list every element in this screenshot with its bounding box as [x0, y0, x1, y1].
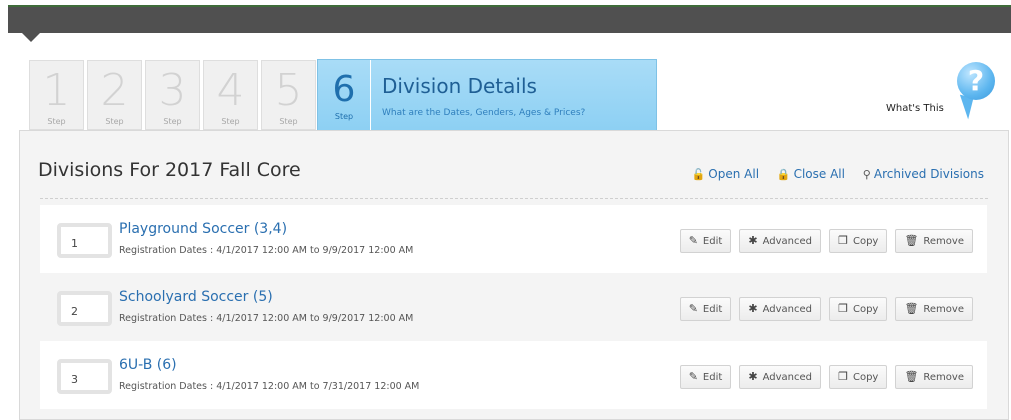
step-number: 2	[100, 65, 129, 116]
step-label: Step	[163, 117, 182, 126]
division-name-link[interactable]: Schoolyard Soccer (5)	[119, 289, 273, 305]
division-name-link[interactable]: 6U-B (6)	[119, 357, 177, 373]
close-all-link[interactable]: 🔒 Close All	[777, 167, 845, 181]
edit-button[interactable]: ✎ Edit	[679, 229, 732, 253]
top-bar-notch	[22, 33, 40, 42]
edit-button[interactable]: ✎ Edit	[679, 297, 732, 321]
step-6-active[interactable]: 6 Step Division Details What are the Dat…	[317, 59, 657, 131]
division-index: 3	[57, 359, 112, 394]
step-label: Step	[221, 117, 240, 126]
step-number: 3	[158, 65, 187, 116]
division-index: 1	[57, 223, 112, 258]
edit-label: Edit	[702, 236, 723, 247]
step-number: 1	[42, 65, 71, 116]
step-label: Step	[105, 117, 124, 126]
remove-label: Remove	[923, 236, 964, 247]
lock-icon: 🔒	[776, 168, 791, 181]
row-buttons: ✎ Edit ✱ Advanced ❐ Copy 🗑 Remove	[677, 297, 973, 321]
gear-icon: ✱	[748, 234, 758, 247]
step-label: Step	[334, 112, 354, 121]
division-row: 2 Schoolyard Soccer (5) Registration Dat…	[40, 273, 987, 341]
edit-label: Edit	[702, 304, 723, 315]
pencil-icon: ✎	[688, 370, 698, 383]
advanced-button[interactable]: ✱ Advanced	[739, 365, 821, 389]
trash-icon: 🗑	[904, 234, 919, 247]
step-5[interactable]: 5 Step	[261, 60, 316, 130]
remove-button[interactable]: 🗑 Remove	[895, 365, 973, 389]
advanced-label: Advanced	[762, 236, 812, 247]
division-row: 1 Playground Soccer (3,4) Registration D…	[40, 205, 987, 273]
unlock-icon: 🔓	[691, 168, 706, 181]
step-number: 5	[274, 65, 303, 116]
step-number: 6	[332, 69, 356, 110]
open-all-label: Open All	[708, 167, 760, 181]
advanced-label: Advanced	[762, 372, 812, 383]
archived-divisions-link[interactable]: ⚲ Archived Divisions	[863, 167, 984, 181]
step-title: Division Details	[382, 74, 537, 98]
edit-button[interactable]: ✎ Edit	[679, 365, 732, 389]
panel-actions: 🔓 Open All 🔒 Close All ⚲ Archived Divisions	[678, 167, 984, 181]
division-row: 3 6U-B (6) Registration Dates : 4/1/2017…	[40, 341, 987, 409]
trash-icon: 🗑	[904, 370, 919, 383]
step-number: 4	[216, 65, 245, 116]
gear-icon: ✱	[748, 370, 758, 383]
row-buttons: ✎ Edit ✱ Advanced ❐ Copy 🗑 Remove	[677, 365, 973, 389]
copy-button[interactable]: ❐ Copy	[829, 297, 888, 321]
copy-icon: ❐	[838, 234, 848, 247]
whats-this-label[interactable]: What's This	[886, 103, 944, 114]
division-dates: Registration Dates : 4/1/2017 12:00 AM t…	[119, 381, 420, 392]
row-buttons: ✎ Edit ✱ Advanced ❐ Copy 🗑 Remove	[677, 229, 973, 253]
remove-button[interactable]: 🗑 Remove	[895, 229, 973, 253]
copy-label: Copy	[852, 236, 879, 247]
remove-button[interactable]: 🗑 Remove	[895, 297, 973, 321]
search-icon: ⚲	[862, 168, 871, 181]
division-name-link[interactable]: Playground Soccer (3,4)	[119, 221, 287, 237]
advanced-label: Advanced	[762, 304, 812, 315]
step-2[interactable]: 2 Step	[87, 60, 142, 130]
edit-label: Edit	[702, 372, 723, 383]
step-3[interactable]: 3 Step	[145, 60, 200, 130]
advanced-button[interactable]: ✱ Advanced	[739, 297, 821, 321]
copy-label: Copy	[852, 304, 879, 315]
panel-title: Divisions For 2017 Fall Core	[38, 159, 301, 181]
step-1[interactable]: 1 Step	[29, 60, 84, 130]
step-label: Step	[47, 117, 66, 126]
step-subtitle: What are the Dates, Genders, Ages & Pric…	[382, 108, 586, 118]
copy-icon: ❐	[838, 370, 848, 383]
active-step-number-column: 6 Step	[318, 60, 371, 130]
division-index: 2	[57, 291, 112, 326]
pencil-icon: ✎	[688, 302, 698, 315]
close-all-label: Close All	[793, 167, 845, 181]
step-label: Step	[279, 117, 298, 126]
remove-label: Remove	[923, 372, 964, 383]
copy-icon: ❐	[838, 302, 848, 315]
archived-divisions-label: Archived Divisions	[873, 167, 984, 181]
step-4[interactable]: 4 Step	[203, 60, 258, 130]
copy-button[interactable]: ❐ Copy	[829, 365, 888, 389]
remove-label: Remove	[923, 304, 964, 315]
copy-label: Copy	[852, 372, 879, 383]
trash-icon: 🗑	[904, 302, 919, 315]
advanced-button[interactable]: ✱ Advanced	[739, 229, 821, 253]
division-dates: Registration Dates : 4/1/2017 12:00 AM t…	[119, 313, 414, 324]
divisions-panel: Divisions For 2017 Fall Core 🔓 Open All 🔒…	[19, 130, 1009, 420]
open-all-link[interactable]: 🔓 Open All	[692, 167, 759, 181]
gear-icon: ✱	[748, 302, 758, 315]
question-icon[interactable]: ?	[957, 62, 995, 100]
division-dates: Registration Dates : 4/1/2017 12:00 AM t…	[119, 245, 414, 256]
copy-button[interactable]: ❐ Copy	[829, 229, 888, 253]
divider	[40, 198, 988, 199]
pencil-icon: ✎	[688, 234, 698, 247]
top-bar	[8, 5, 1011, 33]
